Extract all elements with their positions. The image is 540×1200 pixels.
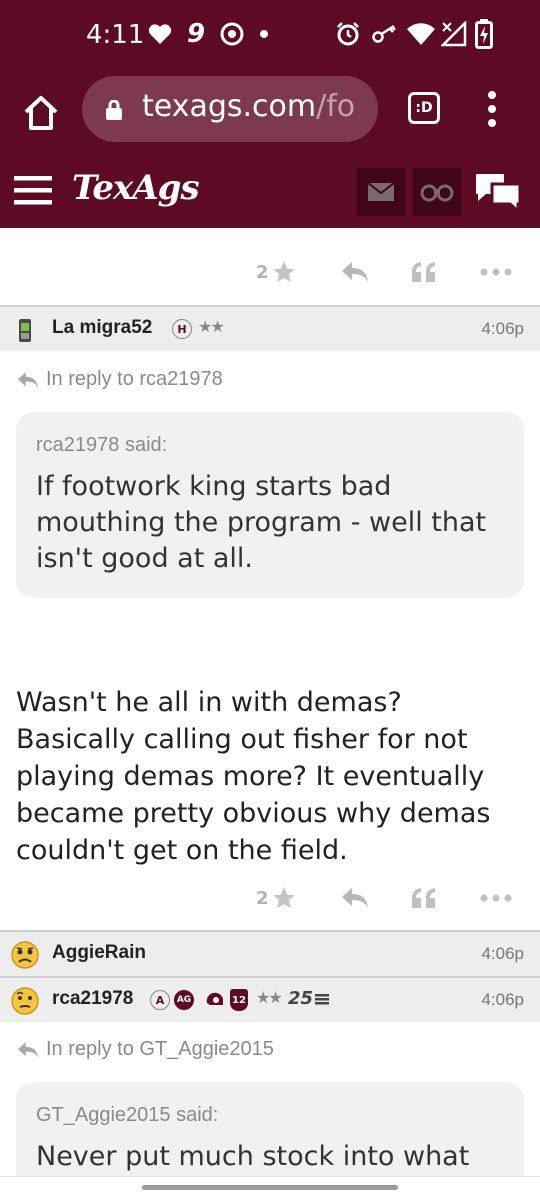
quote-text: Never put much stock into what (36, 1141, 470, 1172)
post-time: 4:06p (481, 990, 524, 1009)
avatar[interactable] (10, 315, 40, 345)
status-bar: 4:11 9 (0, 0, 540, 72)
forums-button[interactable] (472, 170, 524, 216)
post-header: La migra52 H ★★ 4:06p (0, 307, 540, 351)
post-author[interactable]: rca21978 (52, 988, 133, 1010)
hamburger-icon (14, 176, 52, 205)
mail-icon (367, 182, 395, 201)
lock-icon (106, 100, 122, 120)
helmet-badge-icon (204, 989, 226, 1015)
user-badge: AG (174, 990, 194, 1010)
quote-author: GT_Aggie2015 said: (36, 1104, 219, 1126)
quote-icon (412, 262, 435, 282)
more-horiz-icon (480, 268, 512, 276)
site-logo[interactable]: TexAgs (72, 168, 200, 208)
key-icon (370, 18, 400, 50)
home-button[interactable] (18, 90, 64, 136)
quote-button[interactable] (410, 256, 438, 288)
browser-menu-button[interactable] (478, 88, 506, 130)
nine-icon: 9 (186, 19, 206, 49)
messages-button[interactable] (357, 168, 405, 216)
reply-button[interactable] (340, 882, 370, 914)
reply-icon (342, 262, 368, 282)
url-path: /fo (316, 89, 356, 124)
star-button[interactable]: 2 (256, 256, 297, 288)
alarm-icon (334, 18, 362, 50)
battery-charging-icon (474, 18, 494, 50)
url-text: texags.com/fo (142, 89, 355, 124)
avatar[interactable] (10, 940, 40, 970)
hamburger-menu-button[interactable] (14, 172, 54, 208)
quote-text: If footwork king starts bad mouthing the… (36, 471, 487, 574)
more-options-button[interactable] (480, 882, 512, 914)
post-header: AggieRain 4:06p (0, 932, 540, 976)
no-signal-icon (440, 18, 468, 50)
binoculars-icon (420, 184, 454, 202)
reply-to-text: In reply to GT_Aggie2015 (46, 1038, 274, 1060)
reply-to-link[interactable]: In reply to GT_Aggie2015 (16, 1038, 274, 1061)
star-icon (272, 887, 295, 909)
star-count: 2 (256, 887, 269, 909)
watchlist-button[interactable] (413, 168, 461, 216)
dot-icon (258, 18, 270, 50)
user-badge: H (172, 319, 192, 339)
post-author[interactable]: AggieRain (52, 942, 146, 964)
more-horiz-icon (480, 894, 512, 902)
address-bar[interactable]: texags.com/fo (82, 76, 378, 142)
star-count: 2 (256, 261, 269, 283)
post-author[interactable]: La migra52 (52, 317, 152, 339)
avatar[interactable] (10, 986, 40, 1016)
more-vert-icon (488, 91, 496, 127)
post-header: rca21978 A AG 12 ★★ 25 4:06p (0, 978, 540, 1022)
heart-icon (146, 18, 174, 50)
chat-bubbles-icon (476, 174, 522, 215)
quote-author: rca21978 said: (36, 434, 168, 456)
years-badge: 25 (288, 988, 330, 1009)
star-icon (272, 261, 295, 283)
quote-block: rca21978 said: If footwork king starts b… (16, 412, 524, 598)
wifi-icon (406, 18, 436, 50)
post-time: 4:06p (481, 944, 524, 963)
years-badge-value: 25 (288, 988, 314, 1009)
star-button[interactable]: 2 (256, 882, 297, 914)
user-stars: ★★ (198, 317, 225, 336)
quote-button[interactable] (410, 882, 438, 914)
post-time: 4:06p (481, 319, 524, 338)
reply-icon (18, 371, 38, 388)
chrome-icon (218, 18, 246, 50)
reply-to-text: In reply to rca21978 (46, 368, 223, 390)
thread-content: 2 La migra52 H ★★ 4:06p In reply to rca2… (0, 228, 540, 1176)
user-badge: 12 (230, 989, 248, 1011)
gesture-handle[interactable] (142, 1185, 398, 1190)
quote-block: GT_Aggie2015 said: Never put much stock … (16, 1082, 524, 1176)
home-icon (24, 96, 58, 130)
user-badge: A (150, 990, 170, 1010)
more-options-button[interactable] (480, 256, 512, 288)
url-host: texags.com (142, 89, 317, 124)
quote-icon (412, 888, 435, 908)
site-header: TexAgs (0, 158, 540, 228)
reply-icon (18, 1041, 38, 1058)
browser-toolbar: texags.com/fo :D (0, 72, 540, 158)
system-nav-bar (0, 1176, 540, 1200)
post-body: Wasn't he all in with demas? Basically c… (16, 687, 491, 866)
post-actions: 2 (0, 248, 540, 296)
post-actions: 2 (0, 874, 540, 922)
status-time: 4:11 (86, 20, 145, 50)
tab-label: :D (415, 100, 433, 116)
tab-switcher-button[interactable]: :D (408, 92, 440, 124)
user-stars: ★★ (256, 988, 283, 1007)
reply-icon (342, 888, 368, 908)
reply-to-link[interactable]: In reply to rca21978 (16, 368, 223, 391)
reply-button[interactable] (340, 256, 370, 288)
